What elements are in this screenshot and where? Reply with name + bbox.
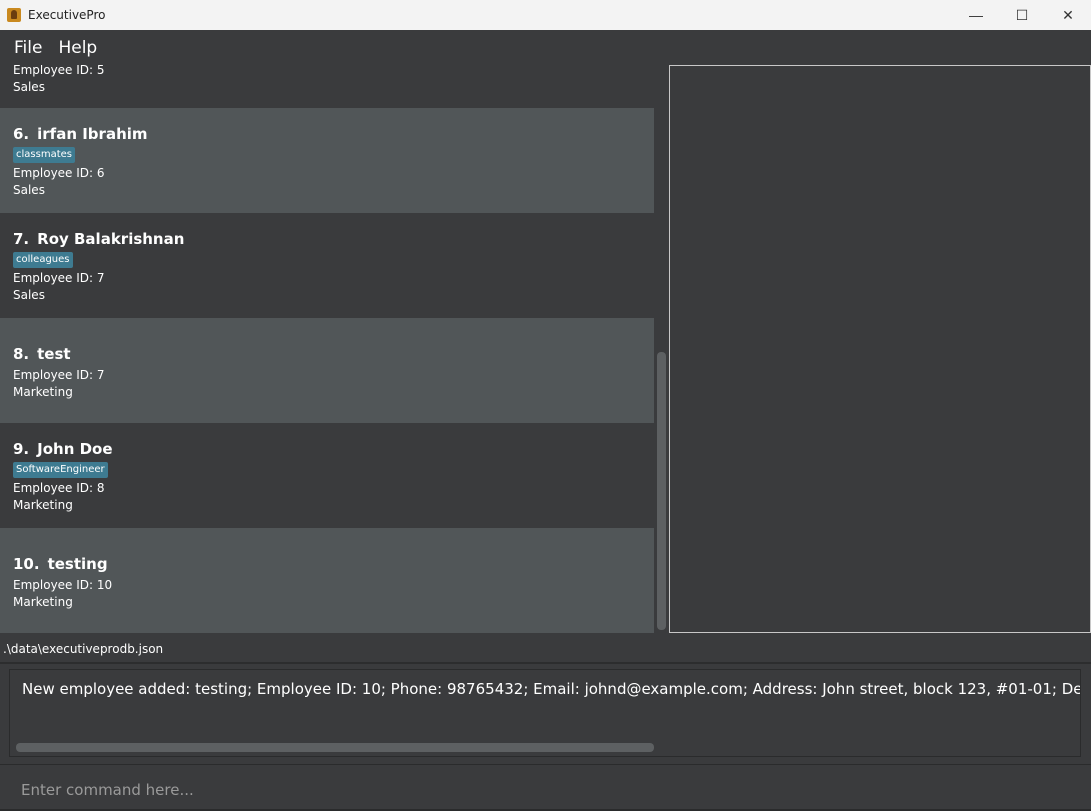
employee-id: Employee ID: 5 [13,65,105,77]
employee-id: Employee ID: 7 [13,271,105,285]
employee-name: 6. irfan Ibrahim [13,125,654,143]
menu-file[interactable]: File [6,38,50,58]
employee-name: 7. Roy Balakrishnan [13,230,654,248]
menu-help[interactable]: Help [50,38,105,58]
result-message: New employee added: testing; Employee ID… [22,680,1081,698]
list-scroll-thumb[interactable] [657,352,666,630]
employee-tag: classmates [13,147,75,163]
menu-bar: File Help [0,30,1091,65]
employee-name-text: testing [47,555,108,573]
employee-card[interactable]: 10. testing Employee ID: 10 Marketing [0,528,654,633]
file-path-status: .\data\executiveprodb.json [0,636,1091,662]
employee-department: Sales [13,183,45,197]
employee-department: Sales [13,80,45,94]
employee-index: 10. [13,555,40,573]
command-box [0,764,1091,811]
employee-id: Employee ID: 6 [13,166,105,180]
command-input[interactable] [8,773,1083,807]
employee-department: Marketing [13,385,73,399]
employee-id: Employee ID: 10 [13,578,113,592]
close-button[interactable]: ✕ [1045,0,1091,30]
employee-name-text: Roy Balakrishnan [37,230,185,248]
detail-panel [669,65,1091,633]
employee-name-text: irfan Ibrahim [37,125,148,143]
employee-card[interactable]: 7. Roy Balakrishnan colleagues Employee … [0,213,654,318]
employee-tag: colleagues [13,252,73,268]
window-title: ExecutivePro [28,8,106,22]
employee-card[interactable]: 9. John Doe SoftwareEngineer Employee ID… [0,423,654,528]
employee-card[interactable]: Employee ID: 5 Sales [0,65,654,108]
title-bar: ExecutivePro — ☐ ✕ [0,0,1091,30]
minimize-button[interactable]: — [953,0,999,30]
employee-name-text: test [37,345,71,363]
employee-list[interactable]: Employee ID: 5 Sales 6. irfan Ibrahim cl… [0,65,654,633]
employee-index: 8. [13,345,30,363]
employee-name: 9. John Doe [13,440,654,458]
employee-index: 9. [13,440,30,458]
employee-name: 8. test [13,345,654,363]
employee-id: Employee ID: 8 [13,481,105,495]
result-horizontal-scrollbar[interactable] [16,743,654,752]
window-controls: — ☐ ✕ [953,0,1091,30]
employee-department: Marketing [13,498,73,512]
employee-card[interactable]: 6. irfan Ibrahim classmates Employee ID:… [0,108,654,213]
employee-card[interactable]: 8. test Employee ID: 7 Marketing [0,318,654,423]
employee-name-text: John Doe [37,440,113,458]
employee-name: 10. testing [13,555,654,573]
divider [0,662,1091,664]
employee-id: Employee ID: 7 [13,368,105,382]
employee-index: 6. [13,125,30,143]
app-icon [7,8,21,22]
maximize-button[interactable]: ☐ [999,0,1045,30]
employee-index: 7. [13,230,30,248]
employee-tag: SoftwareEngineer [13,462,108,478]
employee-department: Sales [13,288,45,302]
result-display[interactable]: New employee added: testing; Employee ID… [9,669,1081,757]
employee-department: Marketing [13,595,73,609]
